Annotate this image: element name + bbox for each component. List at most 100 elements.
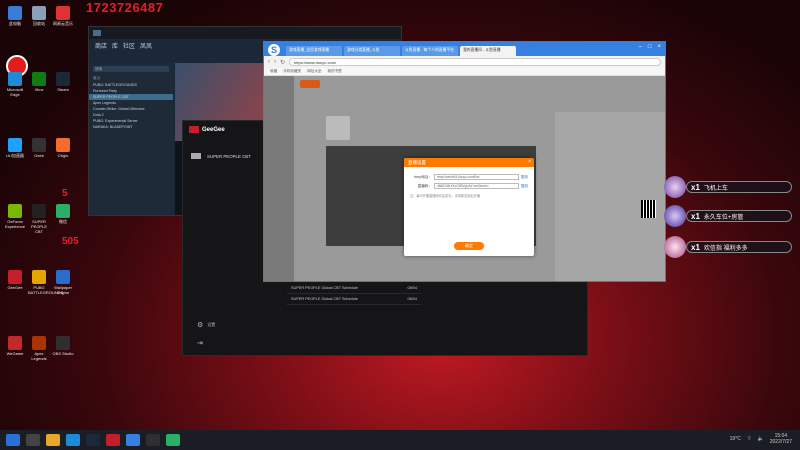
bookmark-item[interactable]: 手机收藏夹 (283, 69, 301, 74)
gear-icon: ⚙ (197, 322, 204, 329)
gift-avatar-3 (664, 236, 686, 258)
live-settings-dialog: 直播设置 × rtmp地址： rtmp://sendtc3.douyu.com/… (404, 158, 534, 256)
news-item[interactable]: SUPER PEOPLE Global CBT Schedule 08/04 (287, 283, 421, 294)
desktop-icon[interactable]: GeeGee (4, 270, 26, 290)
douyu-logo-icon (300, 80, 320, 88)
steam-nav-library[interactable]: 库 (112, 41, 118, 50)
gift-badge-2: x1 永久车位+房管 (686, 210, 792, 222)
steam-nav-store[interactable]: 商店 (95, 41, 107, 50)
window-controls: – □ × (639, 44, 661, 50)
browser-tab[interactable]: 游戏分类直播_斗鱼 (344, 46, 400, 56)
app-icon (56, 6, 70, 20)
app-icon (8, 270, 22, 284)
stream-code-field[interactable]: 4668136rXKcCB9VgU4z?wsSecret= (434, 183, 519, 189)
desktop-icon[interactable]: 网易云音乐 (52, 6, 74, 26)
copy-rtmp-button[interactable]: 复制 (521, 175, 528, 180)
desktop-icon[interactable]: PUBG BATTLEGROUNDS (28, 270, 63, 295)
gift-avatar-1 (664, 176, 686, 198)
logout-icon[interactable]: ⇥ (197, 339, 203, 347)
browser-tab[interactable]: 斗鱼直播 - 每个人的直播平台 (402, 46, 458, 56)
forward-icon[interactable]: › (274, 59, 276, 65)
red-label-1: 5 (62, 188, 68, 199)
taskbar-browser-icon[interactable] (126, 434, 140, 446)
rtmp-field[interactable]: rtmp://sendtc3.douyu.com/live (434, 174, 519, 180)
weather-text[interactable]: 19°C (730, 436, 741, 442)
steam-search-input[interactable]: 搜索 (93, 66, 169, 72)
app-icon (8, 72, 22, 86)
taskbar-wechat-icon[interactable] (166, 434, 180, 446)
url-input[interactable]: https://www.douyu.com/ (289, 58, 661, 66)
desktop-icon[interactable]: Microsoft Edge (4, 72, 26, 97)
launcher-game-item[interactable]: SUPER PEOPLE CBT (191, 153, 251, 159)
app-icon (32, 138, 46, 152)
desktop-icon[interactable]: UU加速器 (4, 138, 26, 158)
app-icon (56, 270, 70, 284)
steam-nav-profile[interactable]: 凤凤 (140, 41, 152, 50)
start-button[interactable] (6, 434, 20, 446)
red-label-2: 505 (62, 236, 79, 247)
dialog-body: rtmp地址： rtmp://sendtc3.douyu.com/live 复制… (404, 167, 534, 202)
bookmark-item[interactable]: 我的书签 (328, 69, 342, 74)
launcher-settings[interactable]: ⚙ 设置 (197, 321, 215, 329)
copy-code-button[interactable]: 复制 (521, 184, 528, 189)
maximize-icon[interactable]: □ (648, 44, 652, 50)
steam-logo-icon (93, 30, 101, 36)
steam-section-recent: 最近 (93, 76, 101, 80)
desktop-icon[interactable]: Xbox (28, 72, 50, 92)
desktop-icon[interactable]: 此电脑 (4, 6, 26, 26)
app-icon (8, 138, 22, 152)
clock[interactable]: 15:04 2022/7/27 (770, 433, 792, 445)
douyu-sidebar (264, 76, 294, 281)
refresh-icon[interactable]: ↻ (280, 59, 285, 66)
desktop-icon[interactable]: Geek (28, 138, 50, 158)
launcher-news-list: SUPER PEOPLE Global CBT Schedule 08/04 SUP… (287, 283, 421, 305)
taskbar-edge-icon[interactable] (66, 434, 80, 446)
back-icon[interactable]: ‹ (268, 59, 270, 65)
browser-window[interactable]: S 游戏直播_全民游戏直播 游戏分类直播_斗鱼 斗鱼直播 - 每个人的直播平台 我的直… (263, 41, 666, 282)
launcher-brand: GeeGee (189, 126, 225, 133)
news-item[interactable]: SUPER PEOPLE Global CBT Schedule 08/04 (287, 294, 421, 305)
streamer-avatar (326, 116, 350, 140)
steam-nav-community[interactable]: 社区 (123, 41, 135, 50)
wifi-icon[interactable]: ⌔ (747, 436, 752, 442)
close-icon[interactable]: × (528, 159, 531, 165)
volume-icon[interactable]: 🔈 (758, 436, 764, 442)
app-icon (32, 204, 46, 218)
gift-avatar-2 (664, 205, 686, 227)
browser-tab[interactable]: 我的直播间 - 斗鱼直播 (460, 46, 516, 56)
taskbar-obs-icon[interactable] (146, 434, 160, 446)
bookmark-item[interactable]: 网址大全 (307, 69, 321, 74)
app-icon (32, 336, 46, 350)
desktop-icon[interactable]: 微信 (52, 204, 74, 224)
bookmark-item[interactable]: 收藏 (270, 69, 277, 74)
minimize-icon[interactable]: – (639, 44, 642, 50)
taskbar-geegee-icon[interactable] (106, 434, 120, 446)
taskbar-search-icon[interactable] (26, 434, 40, 446)
steam-titlebar[interactable] (89, 27, 401, 39)
desktop-icon[interactable]: OBS Studio (52, 336, 74, 356)
app-icon (56, 204, 70, 218)
desktop-icon[interactable]: SUPER PEOPLE CBT (28, 204, 50, 234)
app-icon (56, 336, 70, 350)
desktop-icon[interactable]: Wallpaper Engine (52, 270, 74, 295)
qr-code (641, 200, 656, 218)
steam-game-item[interactable]: NARAKA: BLADEPOINT (89, 124, 173, 130)
browser-tabbar: S 游戏直播_全民游戏直播 游戏分类直播_斗鱼 斗鱼直播 - 每个人的直播平台 我的直… (264, 42, 665, 56)
desktop-icon[interactable]: WeGame (4, 336, 26, 356)
browser-tab[interactable]: 游戏直播_全民游戏直播 (286, 46, 342, 56)
gift-badge-3: x1 欢信指 福利多多 (686, 241, 792, 253)
app-icon (32, 270, 46, 284)
chat-panel (555, 112, 665, 281)
desktop-icon[interactable]: 回收站 (28, 6, 50, 26)
app-icon (8, 336, 22, 350)
confirm-button[interactable]: 确定 (454, 242, 484, 250)
rtmp-row: rtmp地址： rtmp://sendtc3.douyu.com/live 复制 (414, 174, 528, 180)
browser-logo-icon: S (268, 44, 280, 56)
taskbar-explorer-icon[interactable] (46, 434, 60, 446)
desktop-icon[interactable]: GeForce Experience (4, 204, 26, 229)
close-icon[interactable]: × (657, 44, 661, 50)
desktop-icon[interactable]: Origin (52, 138, 74, 158)
taskbar-steam-icon[interactable] (86, 434, 100, 446)
desktop-icon[interactable]: Steam (52, 72, 74, 92)
desktop-icon[interactable]: Apex Legends (28, 336, 50, 361)
